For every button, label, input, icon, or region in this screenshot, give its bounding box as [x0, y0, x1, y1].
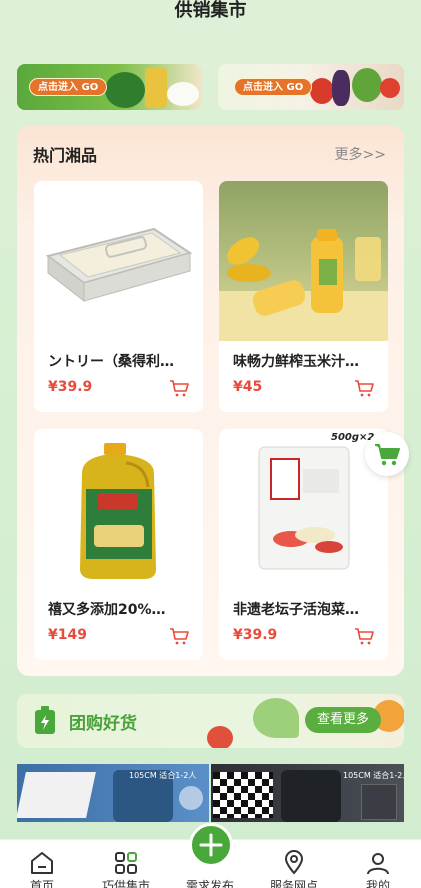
product-image	[34, 181, 203, 341]
nav-label: 我的	[365, 879, 390, 888]
more-link[interactable]: 更多>>	[335, 144, 386, 164]
umbrella-image	[281, 770, 341, 822]
nav-service-points[interactable]: 服务网点	[252, 840, 336, 888]
product-image	[219, 429, 388, 589]
hot-products-panel: 热门湘品 更多>> ントリー（桑得利… ¥39.9 味畅力鲜榨玉米汁… ¥45 …	[17, 126, 404, 676]
battery-icon	[35, 706, 55, 734]
oil-bottle-image	[145, 68, 167, 108]
product-strip[interactable]: 105CM 适合1-2人	[211, 764, 404, 822]
promo-banner-vegetables[interactable]: 点击进入 GO	[218, 64, 404, 110]
section-title: 热门湘品	[33, 146, 98, 165]
product-name: 非遗老坛子活泡菜…	[233, 602, 359, 618]
view-more-button[interactable]: 查看更多	[305, 707, 381, 733]
product-card[interactable]: 味畅力鲜榨玉米汁… ¥45	[219, 181, 388, 412]
cart-icon[interactable]	[169, 627, 189, 645]
product-image	[34, 429, 203, 589]
page-title: 供销集市	[174, 0, 247, 21]
floating-cart-button[interactable]	[365, 432, 409, 476]
product-name: ントリー（桑得利…	[48, 354, 174, 370]
group-buy-title: 团购好货	[69, 714, 137, 734]
product-strip[interactable]: 105CM 适合1-2人	[17, 764, 209, 822]
greens-image	[352, 68, 382, 102]
cart-icon[interactable]	[354, 379, 374, 397]
tomato-decor	[207, 726, 233, 748]
product-card[interactable]: 禧又多添加20%… ¥149	[34, 429, 203, 660]
herb-decor	[253, 698, 299, 738]
product-price: ¥39.9	[48, 379, 93, 395]
nav-label: 服务网点	[269, 879, 318, 888]
glass-ball-image	[179, 786, 203, 810]
home-icon	[31, 852, 53, 874]
enter-go-button[interactable]: 点击进入 GO	[234, 78, 313, 96]
location-icon	[284, 850, 304, 875]
product-price: ¥149	[48, 627, 87, 643]
cart-icon[interactable]	[169, 379, 189, 397]
nav-home[interactable]: 首页	[0, 840, 84, 888]
product-price: ¥39.9	[233, 627, 278, 643]
enter-go-button[interactable]: 点击进入 GO	[29, 78, 108, 96]
product-price: ¥45	[233, 379, 263, 395]
nav-profile[interactable]: 我的	[336, 840, 420, 888]
nav-market[interactable]: 巧供集市	[84, 840, 168, 888]
grid-icon	[115, 852, 137, 874]
product-name: 味畅力鲜榨玉米汁…	[233, 354, 359, 370]
user-icon	[367, 853, 389, 875]
product-name: 禧又多添加20%…	[48, 602, 166, 618]
group-buy-bar[interactable]: 团购好货 查看更多	[17, 694, 404, 748]
checker-image	[213, 772, 273, 818]
eggplant-image	[332, 70, 350, 106]
product-card[interactable]: ントリー（桑得利… ¥39.9	[34, 181, 203, 412]
publish-button[interactable]	[189, 823, 233, 867]
bean-pile-image	[105, 72, 145, 108]
cart-icon	[375, 444, 400, 466]
plus-icon	[199, 833, 223, 857]
product-image	[219, 181, 388, 341]
product-card[interactable]: 非遗老坛子活泡菜… ¥39.9	[219, 429, 388, 660]
promo-banner-groceries[interactable]: 点击进入 GO	[17, 64, 202, 110]
box-image	[361, 784, 397, 820]
pepper-image	[310, 78, 334, 104]
strip-caption: 105CM 适合1-2人	[343, 771, 404, 780]
keyboard-image	[17, 772, 96, 818]
cart-icon[interactable]	[354, 627, 374, 645]
tomato-image	[380, 78, 400, 98]
rice-bowl-image	[167, 82, 199, 106]
nav-label: 需求发布	[185, 879, 234, 888]
nav-label: 巧供集市	[101, 879, 150, 888]
nav-label: 首页	[29, 879, 54, 888]
strip-caption: 105CM 适合1-2人	[129, 771, 197, 780]
